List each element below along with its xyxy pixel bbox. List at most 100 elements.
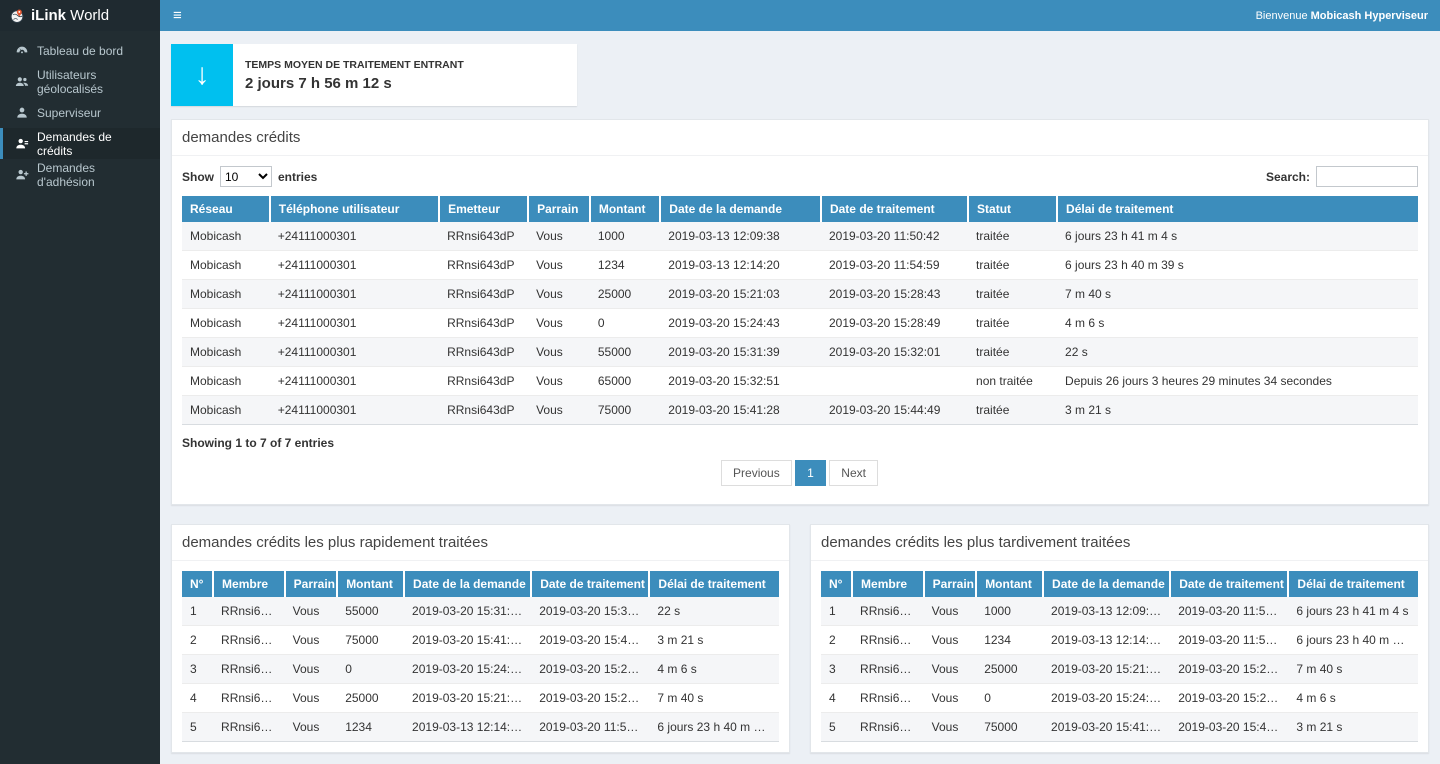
slowest-credits-panel: demandes crédits les plus tardivement tr… — [810, 524, 1429, 753]
search-input[interactable] — [1316, 166, 1418, 187]
table-cell: 3 m 21 s — [1057, 396, 1418, 425]
column-header[interactable]: Statut — [968, 196, 1057, 222]
table-cell: 2019-03-20 15:32:01 — [821, 338, 968, 367]
search-label: Search: — [1266, 170, 1310, 184]
fastest-credits-panel: demandes crédits les plus rapidement tra… — [171, 524, 790, 753]
table-cell: 25000 — [976, 655, 1043, 684]
table-cell: RRnsi643dP — [439, 280, 528, 309]
table-cell: RRnsi643dP — [213, 597, 285, 626]
table-cell: Vous — [924, 713, 977, 742]
sidebar-item-utilisateurs-geolocalises[interactable]: Utilisateurs géolocalisés — [0, 66, 160, 97]
table-cell: Vous — [285, 713, 338, 742]
panel-title: demandes crédits les plus rapidement tra… — [172, 525, 789, 561]
table-cell: 75000 — [337, 626, 404, 655]
infobox-value: 2 jours 7 h 56 m 12 s — [245, 75, 464, 92]
column-header: Date de traitement — [531, 571, 649, 597]
column-header: Parrain — [285, 571, 338, 597]
infobox-label: TEMPS MOYEN DE TRAITEMENT ENTRANT — [245, 59, 464, 71]
table-cell: Mobicash — [182, 367, 270, 396]
table-cell: 2019-03-13 12:09:38 — [1043, 597, 1170, 626]
column-header[interactable]: Date de la demande — [660, 196, 821, 222]
table-cell: 75000 — [976, 713, 1043, 742]
column-header: Membre — [852, 571, 924, 597]
adhesion-icon — [15, 168, 29, 182]
table-cell: +24111000301 — [270, 280, 439, 309]
table-cell: RRnsi643dP — [439, 338, 528, 367]
table-cell: 7 m 40 s — [649, 684, 779, 713]
table-cell: 3 m 21 s — [1288, 713, 1418, 742]
table-cell: RRnsi643dP — [439, 396, 528, 425]
table-cell: RRnsi643dP — [852, 713, 924, 742]
slowest-credits-table: N°MembreParrainMontantDate de la demande… — [821, 571, 1418, 742]
table-cell: 6 jours 23 h 40 m 39 s — [1057, 251, 1418, 280]
table-cell: Vous — [285, 655, 338, 684]
table-row: 2RRnsi643dPVous12342019-03-13 12:14:2020… — [821, 626, 1418, 655]
app-title: iLink World — [31, 7, 109, 24]
table-cell: Vous — [528, 222, 590, 251]
table-cell: 75000 — [590, 396, 660, 425]
table-cell: 2019-03-20 15:44:49 — [821, 396, 968, 425]
table-cell: 4 — [821, 684, 852, 713]
column-header[interactable]: Emetteur — [439, 196, 528, 222]
table-row: 1RRnsi643dPVous550002019-03-20 15:31:392… — [182, 597, 779, 626]
table-cell: RRnsi643dP — [439, 222, 528, 251]
sidebar-item-tableau-de-bord[interactable]: Tableau de bord — [0, 35, 160, 66]
table-cell: 2019-03-20 15:28:49 — [531, 655, 649, 684]
pagination: Previous 1 Next — [182, 454, 1418, 494]
table-cell: traitée — [968, 309, 1057, 338]
table-cell: Vous — [528, 251, 590, 280]
table-row: Mobicash+24111000301RRnsi643dPVous650002… — [182, 367, 1418, 396]
table-cell: 2019-03-20 15:32:51 — [660, 367, 821, 396]
table-cell: 2019-03-13 12:09:38 — [660, 222, 821, 251]
table-cell: 0 — [976, 684, 1043, 713]
page-size-select[interactable]: 10 — [220, 166, 272, 187]
table-cell: RRnsi643dP — [852, 626, 924, 655]
column-header[interactable]: Réseau — [182, 196, 270, 222]
pagination-page-1-button[interactable]: 1 — [795, 460, 826, 486]
column-header[interactable]: Parrain — [528, 196, 590, 222]
sidebar-item-demandes-de-credits[interactable]: Demandes de crédits — [0, 128, 160, 159]
column-header[interactable]: Délai de traitement — [1057, 196, 1418, 222]
table-cell: Mobicash — [182, 280, 270, 309]
table-cell: 2019-03-20 15:24:43 — [660, 309, 821, 338]
table-cell: +24111000301 — [270, 222, 439, 251]
column-header[interactable]: Téléphone utilisateur — [270, 196, 439, 222]
table-row: Mobicash+24111000301RRnsi643dPVous750002… — [182, 396, 1418, 425]
app-logo[interactable]: iLink World — [0, 0, 160, 31]
sidebar-item-label: Demandes d'adhésion — [37, 161, 150, 189]
table-cell: Depuis 26 jours 3 heures 29 minutes 34 s… — [1057, 367, 1418, 396]
table-cell: 2019-03-20 15:32:01 — [531, 597, 649, 626]
table-cell: RRnsi643dP — [213, 626, 285, 655]
table-cell: Vous — [285, 626, 338, 655]
table-cell: 5 — [182, 713, 213, 742]
table-cell: 2019-03-20 15:31:39 — [660, 338, 821, 367]
table-cell: Mobicash — [182, 222, 270, 251]
table-cell: 3 m 21 s — [649, 626, 779, 655]
column-header[interactable]: Montant — [590, 196, 660, 222]
table-cell: 65000 — [590, 367, 660, 396]
table-cell: 2 — [821, 626, 852, 655]
table-cell: 0 — [590, 309, 660, 338]
pagination-next-button[interactable]: Next — [829, 460, 878, 486]
table-cell: +24111000301 — [270, 367, 439, 396]
column-header[interactable]: Date de traitement — [821, 196, 968, 222]
content: ↓ TEMPS MOYEN DE TRAITEMENT ENTRANT 2 jo… — [160, 31, 1440, 764]
credit-icon — [15, 137, 29, 151]
table-row: 4RRnsi643dPVous02019-03-20 15:24:432019-… — [821, 684, 1418, 713]
table-cell: 1234 — [337, 713, 404, 742]
pagination-previous-button[interactable]: Previous — [721, 460, 792, 486]
table-cell: 1000 — [976, 597, 1043, 626]
table-cell: 6 jours 23 h 40 m 39 s — [649, 713, 779, 742]
table-cell: 7 m 40 s — [1057, 280, 1418, 309]
sidebar-item-demandes-adhesion[interactable]: Demandes d'adhésion — [0, 159, 160, 190]
table-row: Mobicash+24111000301RRnsi643dPVous02019-… — [182, 309, 1418, 338]
table-cell: Mobicash — [182, 338, 270, 367]
fastest-credits-table: N°MembreParrainMontantDate de la demande… — [182, 571, 779, 742]
table-cell: Vous — [285, 597, 338, 626]
sidebar: iLink World Tableau de bord Utilisateurs… — [0, 0, 160, 764]
table-cell: RRnsi643dP — [439, 309, 528, 338]
menu-toggle-icon[interactable]: ≡ — [160, 0, 195, 31]
table-cell: +24111000301 — [270, 309, 439, 338]
panel-title: demandes crédits les plus tardivement tr… — [811, 525, 1428, 561]
sidebar-item-superviseur[interactable]: Superviseur — [0, 97, 160, 128]
